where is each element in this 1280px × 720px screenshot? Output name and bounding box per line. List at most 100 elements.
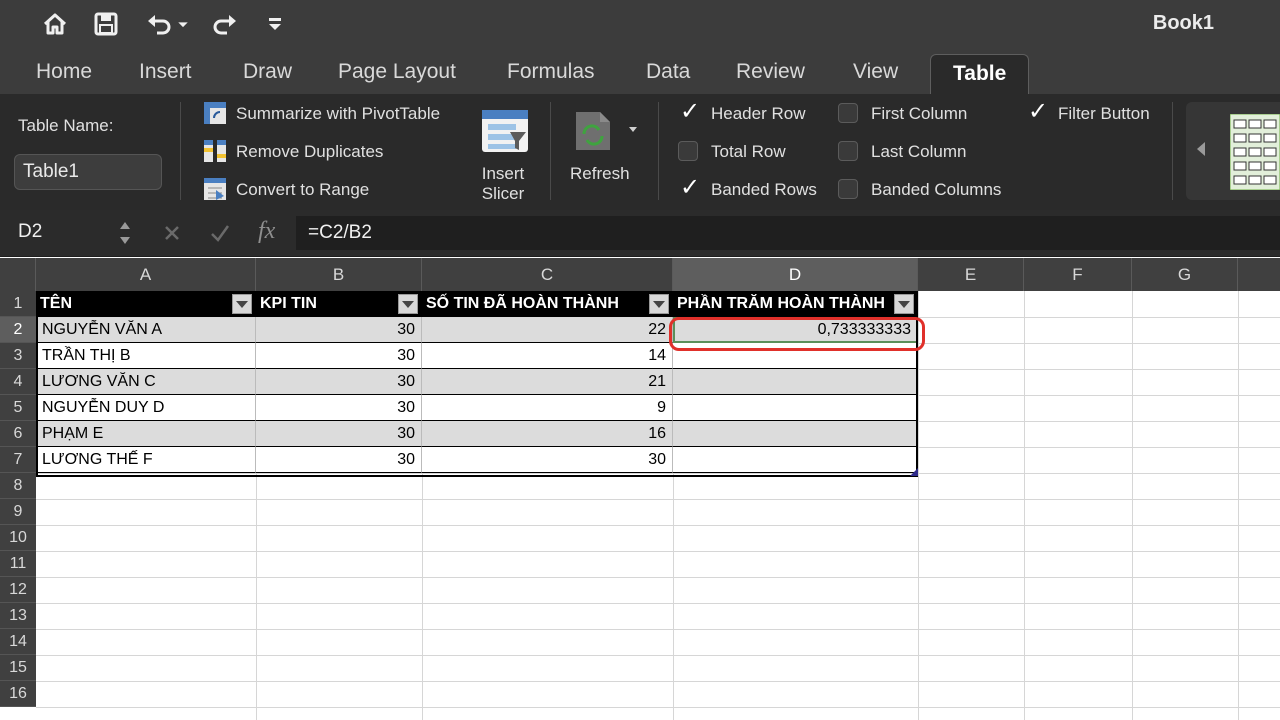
convert-range-icon [204,178,226,200]
tab-data[interactable]: Data [646,60,690,84]
row-header-12[interactable]: 12 [0,577,36,603]
chevron-down-icon [629,127,637,132]
formula-input[interactable]: =C2/B2 [296,216,1280,250]
redo-button[interactable] [208,8,242,40]
table-cell[interactable]: 14 [422,343,673,369]
table-cell[interactable]: 22 [422,317,673,343]
table-cell[interactable]: LƯƠNG VĂN C [36,369,256,395]
filter-dropdown-icon[interactable] [398,294,418,314]
table-cell[interactable]: LƯƠNG THẾ F [36,447,256,473]
table-cell[interactable]: 21 [422,369,673,395]
table-cell[interactable]: 16 [422,421,673,447]
home-button[interactable] [38,8,72,40]
row-header-5[interactable]: 5 [0,395,36,421]
table-header-cell[interactable]: SỐ TIN ĐÃ HOÀN THÀNH [422,291,673,317]
tab-table[interactable]: Table [930,54,1030,95]
row-header-15[interactable]: 15 [0,655,36,681]
gridline [918,369,1280,370]
gridline [36,629,1280,630]
ribbon-panel: Table Name: Summarize with PivotTable Re… [0,94,1280,211]
table-cell[interactable]: PHẠM E [36,421,256,447]
table-cell[interactable]: NGUYỄN DUY D [36,395,256,421]
worksheet-grid: A B C D E F G 1 2 3 4 5 6 7 8 9 10 11 12… [0,258,1280,720]
tab-draw[interactable]: Draw [243,60,292,84]
undo-button[interactable] [142,8,176,40]
row-header-9[interactable]: 9 [0,499,36,525]
column-header-c[interactable]: C [422,258,673,291]
table-cell[interactable]: 30 [256,343,422,369]
fx-icon[interactable]: fx [258,218,275,245]
column-header-e[interactable]: E [918,258,1024,291]
save-button[interactable] [89,8,123,40]
remove-duplicates-label: Remove Duplicates [236,142,384,161]
row-header-1[interactable]: 1 [0,291,36,317]
filter-dropdown-icon[interactable] [232,294,252,314]
gridline [918,447,1280,448]
row-header-10[interactable]: 10 [0,525,36,551]
table-cell[interactable] [673,421,918,447]
table-header-cell[interactable]: PHẦN TRĂM HOÀN THÀNH [673,291,918,317]
table-style-icon[interactable] [1230,114,1280,190]
select-all-corner[interactable] [0,258,36,291]
table-cell[interactable]: 30 [256,421,422,447]
filter-dropdown-icon[interactable] [649,294,669,314]
row-header-8[interactable]: 8 [0,473,36,499]
table-cell[interactable]: 30 [422,447,673,473]
table-cell[interactable]: 30 [256,447,422,473]
selected-cell[interactable]: 0,733333333 [673,317,918,343]
row-header-4[interactable]: 4 [0,369,36,395]
tab-home[interactable]: Home [36,60,92,84]
banded-columns-label: Banded Columns [871,180,1002,199]
checkbox-icon [838,141,858,161]
gridline [36,499,1280,500]
tab-insert[interactable]: Insert [139,60,192,84]
table-cell[interactable]: 30 [256,317,422,343]
slicer-icon [482,110,528,152]
table-cell[interactable] [673,447,918,473]
row-header-14[interactable]: 14 [0,629,36,655]
row-header-2[interactable]: 2 [0,317,36,343]
undo-dropdown[interactable] [172,8,194,40]
table-cell[interactable] [673,343,918,369]
customize-toolbar-button[interactable] [260,8,290,40]
header-row-label: Header Row [711,104,806,123]
column-header-d[interactable]: D [673,258,918,291]
table-cell[interactable] [673,395,918,421]
name-box[interactable]: D2 [0,210,142,256]
row-header-11[interactable]: 11 [0,551,36,577]
name-box-stepper-icon [120,222,130,244]
row-header-6[interactable]: 6 [0,421,36,447]
gallery-scroll-left[interactable] [1194,140,1208,163]
tab-page-layout[interactable]: Page Layout [338,60,456,84]
table-cell[interactable]: 9 [422,395,673,421]
column-header-f[interactable]: F [1024,258,1132,291]
table-header-cell[interactable]: TÊN [36,291,256,317]
column-header-g[interactable]: G [1132,258,1238,291]
filter-dropdown-icon[interactable] [894,294,914,314]
table-cell[interactable]: NGUYỄN VĂN A [36,317,256,343]
column-header-a[interactable]: A [36,258,256,291]
column-header-h[interactable] [1238,258,1280,291]
table-cell[interactable] [673,369,918,395]
table-styles-gallery [1186,102,1280,200]
gridline [36,603,1280,604]
row-header-13[interactable]: 13 [0,603,36,629]
row-header-16[interactable]: 16 [0,681,36,707]
tab-formulas[interactable]: Formulas [507,60,595,84]
tab-view[interactable]: View [853,60,898,84]
row-header-7[interactable]: 7 [0,447,36,473]
table-name-input[interactable] [15,155,161,189]
table-resize-handle[interactable] [910,468,918,476]
tab-review[interactable]: Review [736,60,805,84]
table-cell[interactable]: TRẦN THỊ B [36,343,256,369]
last-column-label: Last Column [871,142,967,161]
row-header-3[interactable]: 3 [0,343,36,369]
column-header-b[interactable]: B [256,258,422,291]
convert-to-range-label: Convert to Range [236,180,370,199]
refresh-dropdown[interactable] [626,122,640,136]
table-cell[interactable]: 30 [256,369,422,395]
table-cell[interactable]: 30 [256,395,422,421]
chevron-down-icon [269,18,281,30]
confirm-formula-button[interactable] [208,221,232,245]
cancel-formula-button[interactable] [160,221,184,245]
